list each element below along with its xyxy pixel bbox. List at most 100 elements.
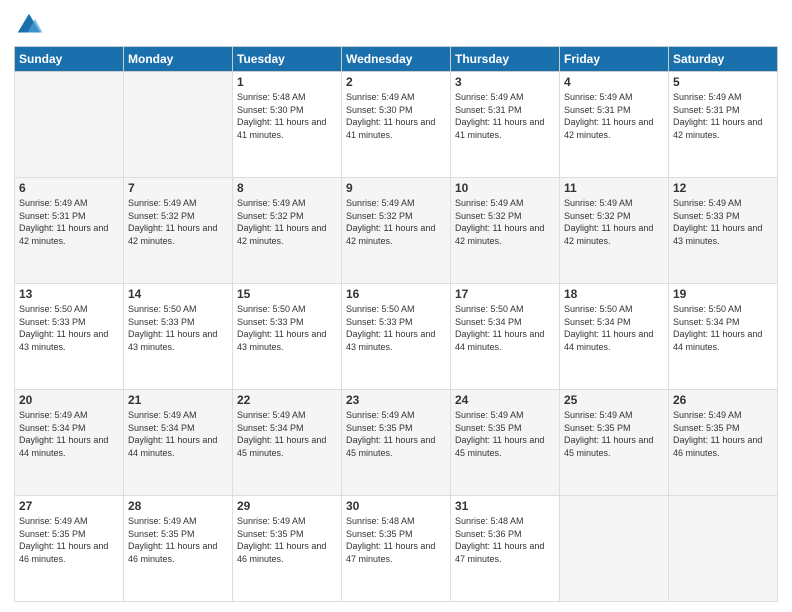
day-number: 29 — [237, 499, 337, 513]
calendar-cell: 28 Sunrise: 5:49 AM Sunset: 5:35 PM Dayli… — [124, 496, 233, 602]
day-info: Sunrise: 5:49 AM Sunset: 5:31 PM Dayligh… — [19, 197, 119, 247]
calendar-header-row: Sunday Monday Tuesday Wednesday Thursday… — [15, 47, 778, 72]
calendar-cell — [560, 496, 669, 602]
day-number: 3 — [455, 75, 555, 89]
day-number: 19 — [673, 287, 773, 301]
day-number: 11 — [564, 181, 664, 195]
day-info: Sunrise: 5:49 AM Sunset: 5:32 PM Dayligh… — [346, 197, 446, 247]
day-number: 4 — [564, 75, 664, 89]
day-number: 9 — [346, 181, 446, 195]
day-info: Sunrise: 5:50 AM Sunset: 5:33 PM Dayligh… — [19, 303, 119, 353]
calendar-cell: 17Sunrise: 5:50 AM Sunset: 5:34 PM Dayli… — [451, 284, 560, 390]
calendar-cell: 29 Sunrise: 5:49 AM Sunset: 5:35 PM Dayli… — [233, 496, 342, 602]
page: Sunday Monday Tuesday Wednesday Thursday… — [0, 0, 792, 612]
day-number: 21 — [128, 393, 228, 407]
calendar-week-row: 20 Sunrise: 5:49 AM Sunset: 5:34 PM Dayli… — [15, 390, 778, 496]
day-info: Sunrise: 5:49 AM Sunset: 5:31 PM Dayligh… — [564, 91, 664, 141]
day-info: Sunrise: 5:50 AM Sunset: 5:34 PM Dayligh… — [564, 303, 664, 353]
day-info: Sunrise: 5:50 AM Sunset: 5:34 PM Dayligh… — [455, 303, 555, 353]
day-info: Sunrise: 5:49 AM Sunset: 5:35 PM Dayligh… — [346, 409, 446, 459]
day-info: Sunrise: 5:49 AM Sunset: 5:31 PM Dayligh… — [455, 91, 555, 141]
day-number: 15 — [237, 287, 337, 301]
day-number: 1 — [237, 75, 337, 89]
day-number: 5 — [673, 75, 773, 89]
calendar-cell: 13 Sunrise: 5:50 AM Sunset: 5:33 PM Dayli… — [15, 284, 124, 390]
day-info: Sunrise: 5:50 AM Sunset: 5:33 PM Dayligh… — [237, 303, 337, 353]
day-info: Sunrise: 5:49 AM Sunset: 5:33 PM Dayligh… — [673, 197, 773, 247]
calendar-cell: 8Sunrise: 5:49 AM Sunset: 5:32 PM Daylig… — [233, 178, 342, 284]
day-info: Sunrise: 5:49 AM Sunset: 5:32 PM Dayligh… — [564, 197, 664, 247]
calendar-cell: 10Sunrise: 5:49 AM Sunset: 5:32 PM Dayli… — [451, 178, 560, 284]
calendar-cell: 3 Sunrise: 5:49 AM Sunset: 5:31 PM Daylig… — [451, 72, 560, 178]
calendar-cell: 12 Sunrise: 5:49 AM Sunset: 5:33 PM Dayli… — [669, 178, 778, 284]
calendar-cell — [669, 496, 778, 602]
col-friday: Friday — [560, 47, 669, 72]
calendar-cell: 20 Sunrise: 5:49 AM Sunset: 5:34 PM Dayli… — [15, 390, 124, 496]
calendar-cell: 24Sunrise: 5:49 AM Sunset: 5:35 PM Dayli… — [451, 390, 560, 496]
day-number: 6 — [19, 181, 119, 195]
day-number: 12 — [673, 181, 773, 195]
logo-icon — [14, 10, 44, 40]
day-info: Sunrise: 5:49 AM Sunset: 5:31 PM Dayligh… — [673, 91, 773, 141]
day-info: Sunrise: 5:49 AM Sunset: 5:34 PM Dayligh… — [237, 409, 337, 459]
calendar-cell: 26 Sunrise: 5:49 AM Sunset: 5:35 PM Dayli… — [669, 390, 778, 496]
day-info: Sunrise: 5:49 AM Sunset: 5:35 PM Dayligh… — [128, 515, 228, 565]
day-info: Sunrise: 5:49 AM Sunset: 5:35 PM Dayligh… — [455, 409, 555, 459]
calendar-cell — [124, 72, 233, 178]
day-number: 20 — [19, 393, 119, 407]
calendar-cell: 18 Sunrise: 5:50 AM Sunset: 5:34 PM Dayli… — [560, 284, 669, 390]
calendar-cell: 16 Sunrise: 5:50 AM Sunset: 5:33 PM Dayli… — [342, 284, 451, 390]
day-number: 2 — [346, 75, 446, 89]
calendar-table: Sunday Monday Tuesday Wednesday Thursday… — [14, 46, 778, 602]
col-thursday: Thursday — [451, 47, 560, 72]
day-number: 18 — [564, 287, 664, 301]
calendar-cell: 6 Sunrise: 5:49 AM Sunset: 5:31 PM Daylig… — [15, 178, 124, 284]
col-monday: Monday — [124, 47, 233, 72]
calendar-cell: 30Sunrise: 5:48 AM Sunset: 5:35 PM Dayli… — [342, 496, 451, 602]
calendar-cell: 27 Sunrise: 5:49 AM Sunset: 5:35 PM Dayli… — [15, 496, 124, 602]
calendar-cell: 19Sunrise: 5:50 AM Sunset: 5:34 PM Dayli… — [669, 284, 778, 390]
calendar-week-row: 6 Sunrise: 5:49 AM Sunset: 5:31 PM Daylig… — [15, 178, 778, 284]
calendar-week-row: 27 Sunrise: 5:49 AM Sunset: 5:35 PM Dayli… — [15, 496, 778, 602]
calendar-cell: 21Sunrise: 5:49 AM Sunset: 5:34 PM Dayli… — [124, 390, 233, 496]
day-info: Sunrise: 5:49 AM Sunset: 5:32 PM Dayligh… — [128, 197, 228, 247]
calendar-cell: 1 Sunrise: 5:48 AM Sunset: 5:30 PM Daylig… — [233, 72, 342, 178]
day-info: Sunrise: 5:50 AM Sunset: 5:33 PM Dayligh… — [128, 303, 228, 353]
day-info: Sunrise: 5:49 AM Sunset: 5:34 PM Dayligh… — [19, 409, 119, 459]
col-sunday: Sunday — [15, 47, 124, 72]
calendar-cell: 22Sunrise: 5:49 AM Sunset: 5:34 PM Dayli… — [233, 390, 342, 496]
day-info: Sunrise: 5:50 AM Sunset: 5:33 PM Dayligh… — [346, 303, 446, 353]
day-info: Sunrise: 5:48 AM Sunset: 5:30 PM Dayligh… — [237, 91, 337, 141]
day-number: 16 — [346, 287, 446, 301]
calendar-cell: 25Sunrise: 5:49 AM Sunset: 5:35 PM Dayli… — [560, 390, 669, 496]
day-number: 25 — [564, 393, 664, 407]
calendar-cell — [15, 72, 124, 178]
calendar-cell: 14 Sunrise: 5:50 AM Sunset: 5:33 PM Dayli… — [124, 284, 233, 390]
day-number: 28 — [128, 499, 228, 513]
day-number: 7 — [128, 181, 228, 195]
day-info: Sunrise: 5:49 AM Sunset: 5:35 PM Dayligh… — [673, 409, 773, 459]
day-number: 26 — [673, 393, 773, 407]
day-info: Sunrise: 5:49 AM Sunset: 5:35 PM Dayligh… — [237, 515, 337, 565]
day-number: 14 — [128, 287, 228, 301]
calendar-cell: 15 Sunrise: 5:50 AM Sunset: 5:33 PM Dayli… — [233, 284, 342, 390]
col-wednesday: Wednesday — [342, 47, 451, 72]
calendar-week-row: 13 Sunrise: 5:50 AM Sunset: 5:33 PM Dayli… — [15, 284, 778, 390]
col-saturday: Saturday — [669, 47, 778, 72]
calendar-cell: 9 Sunrise: 5:49 AM Sunset: 5:32 PM Daylig… — [342, 178, 451, 284]
calendar-cell: 11 Sunrise: 5:49 AM Sunset: 5:32 PM Dayli… — [560, 178, 669, 284]
day-number: 10 — [455, 181, 555, 195]
day-info: Sunrise: 5:48 AM Sunset: 5:36 PM Dayligh… — [455, 515, 555, 565]
calendar-week-row: 1 Sunrise: 5:48 AM Sunset: 5:30 PM Daylig… — [15, 72, 778, 178]
calendar-cell: 7 Sunrise: 5:49 AM Sunset: 5:32 PM Daylig… — [124, 178, 233, 284]
day-info: Sunrise: 5:49 AM Sunset: 5:35 PM Dayligh… — [19, 515, 119, 565]
day-info: Sunrise: 5:49 AM Sunset: 5:32 PM Dayligh… — [237, 197, 337, 247]
calendar-cell: 5 Sunrise: 5:49 AM Sunset: 5:31 PM Daylig… — [669, 72, 778, 178]
col-tuesday: Tuesday — [233, 47, 342, 72]
calendar-cell: 4 Sunrise: 5:49 AM Sunset: 5:31 PM Daylig… — [560, 72, 669, 178]
calendar-cell: 23Sunrise: 5:49 AM Sunset: 5:35 PM Dayli… — [342, 390, 451, 496]
day-number: 27 — [19, 499, 119, 513]
day-number: 13 — [19, 287, 119, 301]
calendar-cell: 2Sunrise: 5:49 AM Sunset: 5:30 PM Daylig… — [342, 72, 451, 178]
day-number: 31 — [455, 499, 555, 513]
